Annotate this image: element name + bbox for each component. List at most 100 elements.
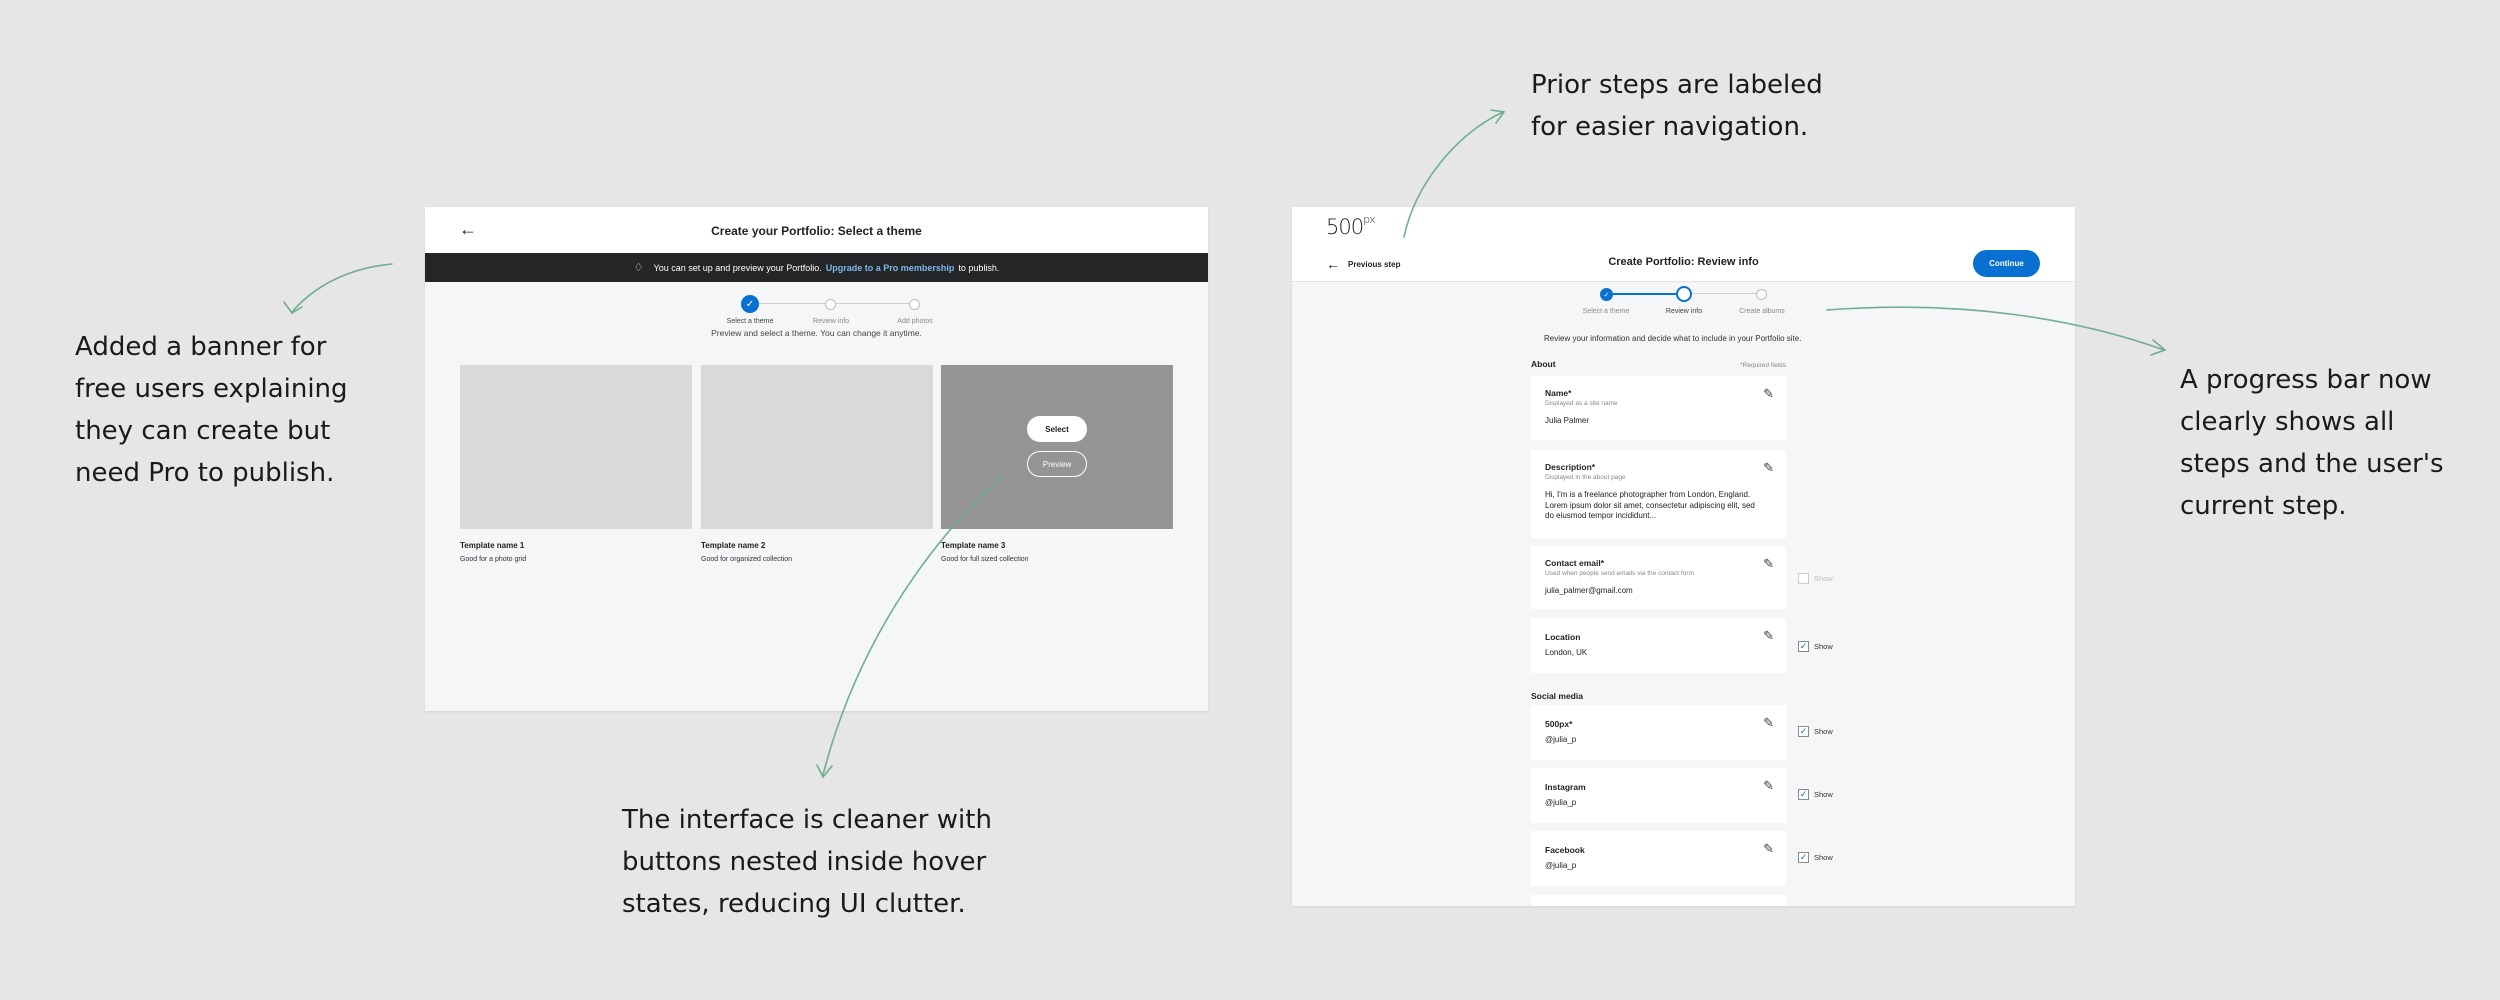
field-title: Instagram: [1545, 782, 1586, 792]
check-icon[interactable]: ✓: [1798, 726, 1809, 737]
preview-button[interactable]: Preview: [1027, 451, 1087, 477]
annotation-line: states, reducing UI clutter.: [622, 889, 966, 919]
select-button[interactable]: Select: [1027, 416, 1087, 442]
pencil-icon[interactable]: ✎: [1763, 778, 1774, 794]
annotation-prior-steps: Prior steps are labeled for easier navig…: [1531, 64, 1823, 148]
500px-card: 500px* @julia_p ✎: [1531, 705, 1786, 760]
upgrade-link[interactable]: Upgrade to a Pro membership: [826, 263, 955, 273]
template-card[interactable]: Template name 1 Good for a photo grid: [460, 365, 692, 563]
template-desc: Good for a photo grid: [460, 556, 527, 563]
theme-subtitle: Preview and select a theme. You can chan…: [711, 328, 922, 338]
logo[interactable]: 500px: [1326, 213, 1376, 239]
template-card-hovered[interactable]: Select Preview Template name 3 Good for …: [941, 365, 1173, 563]
field-value: @julia_p: [1545, 861, 1577, 870]
show-label: Show: [1814, 642, 1833, 651]
banner-suffix: to publish.: [958, 262, 1000, 273]
top-bar: 500px ← Previous step Create Portfolio: …: [1292, 207, 2075, 282]
field-sub: Used when people send emails via the con…: [1545, 570, 1694, 577]
show-instagram-checkbox[interactable]: ✓ Show: [1798, 789, 1833, 800]
review-intro: Review your information and decide what …: [1544, 334, 1802, 343]
template-name: Template name 3: [941, 541, 1006, 550]
show-location-checkbox[interactable]: ✓ Show: [1798, 641, 1833, 652]
progress-stepper: ✓ Select a theme Review info Add photos: [425, 282, 1208, 328]
annotation-hover: The interface is cleaner with buttons ne…: [622, 799, 992, 925]
field-value: Hi, I'm is a freelance photographer from…: [1545, 490, 1755, 520]
arrowhead: [1490, 109, 1506, 124]
show-label: Show: [1814, 727, 1833, 736]
annotation-line: Prior steps are labeled: [1531, 70, 1823, 100]
check-icon[interactable]: ✓: [1798, 641, 1809, 652]
social-media-heading: Social media: [1531, 691, 1583, 701]
template-desc: Good for organized collection: [701, 556, 793, 563]
field-title: Name*: [1545, 388, 1572, 398]
annotation-banner: Added a banner for free users explaining…: [75, 326, 348, 494]
show-facebook-checkbox[interactable]: ✓ Show: [1798, 852, 1833, 863]
annotation-line: free users explaining: [75, 374, 348, 404]
field-value: @julia_p: [1545, 735, 1577, 744]
logo-sup: px: [1363, 213, 1375, 226]
stepper-line: [1682, 293, 1758, 294]
description-card: Description* Displayed in the about page…: [1531, 450, 1786, 538]
annotation-line: buttons nested inside hover: [622, 847, 987, 877]
template-thumbnail[interactable]: [460, 365, 692, 529]
annotation-line: they can create but: [75, 416, 331, 446]
step-3-dot: [909, 299, 920, 310]
annotation-line: current step.: [2180, 491, 2347, 521]
step-2-dot: [825, 299, 836, 310]
pencil-icon[interactable]: ✎: [1763, 841, 1774, 857]
show-500px-checkbox[interactable]: ✓ Show: [1798, 726, 1833, 737]
name-card: Name* Displayed as a site name Julia Pal…: [1531, 376, 1786, 440]
checkbox-box[interactable]: [1798, 573, 1809, 584]
template-thumbnail[interactable]: [701, 365, 933, 529]
field-value: London, UK: [1545, 648, 1588, 657]
step-complete-check-icon[interactable]: ✓: [1600, 288, 1613, 301]
email-card: Contact email* Used when people send ema…: [1531, 546, 1786, 609]
field-value: julia_palmer@gmail.com: [1545, 586, 1633, 595]
logo-text: 500: [1326, 215, 1364, 239]
template-desc: Good for full sized collection: [941, 556, 1029, 563]
step-label: Add photos: [897, 318, 933, 325]
pencil-icon[interactable]: ✎: [1763, 715, 1774, 731]
show-email-checkbox[interactable]: Show: [1798, 573, 1833, 584]
template-name: Template name 1: [460, 541, 525, 550]
pencil-icon[interactable]: ✎: [1763, 386, 1774, 402]
field-title: Location: [1545, 632, 1581, 642]
template-name: Template name 2: [701, 541, 766, 550]
upgrade-banner: ♢ You can set up and preview your Portfo…: [425, 253, 1208, 282]
template-card[interactable]: Template name 2 Good for organized colle…: [701, 365, 933, 563]
arrow-banner: [291, 263, 393, 313]
annotation-line: A progress bar now: [2180, 365, 2432, 395]
field-title: Facebook: [1545, 845, 1585, 855]
step-complete-check-icon[interactable]: ✓: [741, 295, 759, 313]
field-sub: Displayed in the about page: [1545, 474, 1626, 481]
template-thumbnail[interactable]: Select Preview: [941, 365, 1173, 529]
diamond-icon: ♢: [633, 262, 644, 274]
page-title: Create your Portfolio: Select a theme: [711, 224, 922, 238]
field-value: @julia_p: [1545, 798, 1577, 807]
select-theme-screen: ← Create your Portfolio: Select a theme …: [425, 207, 1208, 711]
pencil-icon[interactable]: ✎: [1763, 628, 1774, 644]
arrowhead: [2150, 339, 2167, 356]
step-label[interactable]: Select a theme: [1583, 308, 1630, 315]
field-title: Description*: [1545, 462, 1596, 472]
show-label: Show: [1814, 853, 1833, 862]
step-current-dot: [1676, 286, 1692, 302]
pencil-icon[interactable]: ✎: [1763, 556, 1774, 572]
step-label: Review info: [812, 318, 850, 325]
annotation-line: clearly shows all: [2180, 407, 2395, 437]
top-bar: ← Create your Portfolio: Select a theme: [425, 207, 1208, 253]
location-card: Location London, UK ✎: [1531, 618, 1786, 673]
review-info-screen: 500px ← Previous step Create Portfolio: …: [1292, 207, 2075, 906]
facebook-card: Facebook @julia_p ✎: [1531, 831, 1786, 886]
continue-button[interactable]: Continue: [1973, 250, 2040, 277]
check-icon[interactable]: ✓: [1798, 852, 1809, 863]
check-icon[interactable]: ✓: [1798, 789, 1809, 800]
next-card-partial: [1531, 895, 1786, 906]
instagram-card: Instagram @julia_p ✎: [1531, 768, 1786, 823]
pencil-icon[interactable]: ✎: [1763, 460, 1774, 476]
field-value: Julia Palmer: [1545, 416, 1590, 425]
annotation-line: steps and the user's: [2180, 449, 2444, 479]
field-sub: Displayed as a site name: [1545, 400, 1618, 407]
show-label: Show: [1814, 574, 1833, 583]
annotation-line: The interface is cleaner with: [622, 805, 992, 835]
